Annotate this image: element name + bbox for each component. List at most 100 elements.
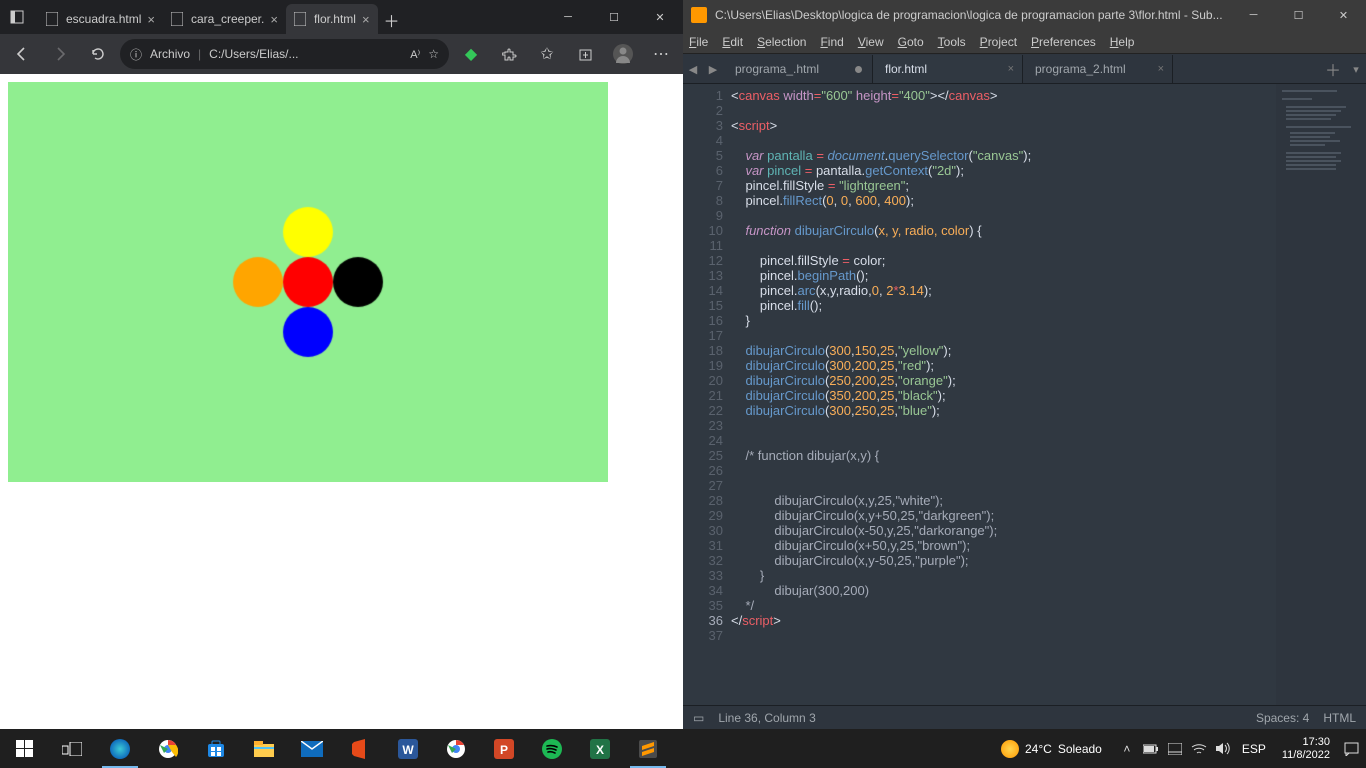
more-icon[interactable]: ⋯ [645,38,677,70]
input-lang[interactable]: ESP [1238,742,1270,756]
taskbar-right: 24°C Soleado ˄ ESP 17:30 11/8/2022 [991,729,1366,768]
browser-tabstrip: escuadra.html × cara_creeper. × flor.htm… [34,0,545,34]
forward-button[interactable] [44,38,76,70]
close-icon[interactable]: × [270,12,278,27]
browser-tab-3[interactable]: flor.html × [286,4,378,34]
selection-toggle-icon[interactable]: ▭ [693,711,704,725]
browser-tab-1[interactable]: escuadra.html × [38,4,163,34]
close-button[interactable]: ✕ [637,0,683,34]
window-controls: ─ ☐ ✕ [545,0,683,34]
refresh-button[interactable] [82,38,114,70]
window-controls: ─ ☐ ✕ [1231,0,1366,30]
clock-date: 11/8/2022 [1282,749,1330,762]
maximize-button[interactable]: ☐ [1276,0,1321,30]
taskbar-app-chrome[interactable] [144,729,192,768]
browser-tab-2[interactable]: cara_creeper. × [163,4,286,34]
tray-overflow-icon[interactable]: ˄ [1118,740,1136,758]
taskbar-clock[interactable]: 17:30 11/8/2022 [1276,736,1336,761]
task-view-button[interactable] [48,729,96,768]
sublime-window: C:\Users\Elias\Desktop\logica de program… [683,0,1366,729]
status-syntax[interactable]: HTML [1323,711,1356,725]
taskbar-app-word[interactable]: W [384,729,432,768]
url-scheme: Archivo [150,47,190,61]
minimize-button[interactable]: ─ [545,0,591,34]
file-icon [171,12,185,26]
tab-title: programa_.html [735,62,819,76]
taskbar-app-sublime[interactable] [624,729,672,768]
menu-help[interactable]: Help [1110,35,1135,49]
maximize-button[interactable]: ☐ [591,0,637,34]
sublime-titlebar: C:\Users\Elias\Desktop\logica de program… [683,0,1366,30]
tab-prev-icon[interactable]: ◀ [683,55,703,83]
taskbar-app-mail[interactable] [288,729,336,768]
sun-icon [1001,740,1019,758]
back-button[interactable] [6,38,38,70]
svg-text:P: P [500,743,508,757]
tab-menu-icon[interactable]: ▾ [1346,55,1366,83]
wifi-icon[interactable] [1190,740,1208,758]
taskbar-app-edge[interactable] [96,729,144,768]
address-bar[interactable]: ⓘ Archivo | C:/Users/Elias/... A⁾ ☆ [120,39,449,69]
taskbar-app-explorer[interactable] [240,729,288,768]
weather-widget[interactable]: 24°C Soleado [991,740,1112,758]
minimize-button[interactable]: ─ [1231,0,1276,30]
taskbar-app-chrome-2[interactable] [432,729,480,768]
collections-icon[interactable] [569,38,601,70]
windows-taskbar: W P X 24°C Soleado ˄ ESP 17:30 11/8/2022 [0,729,1366,768]
browser-toolbar: ⓘ Archivo | C:/Users/Elias/... A⁾ ☆ ◆ ✩ … [0,34,683,74]
taskbar-app-office[interactable] [336,729,384,768]
tracking-shield-icon[interactable]: ◆ [455,38,487,70]
close-icon[interactable]: × [1008,63,1014,75]
code-editor[interactable]: <canvas width="600" height="400"></canva… [731,84,1276,705]
tab-title: programa_2.html [1035,62,1126,76]
menu-goto[interactable]: Goto [898,35,924,49]
browser-chrome: escuadra.html × cara_creeper. × flor.htm… [0,0,683,74]
menu-tools[interactable]: Tools [938,35,966,49]
new-tab-button[interactable]: ＋ [378,6,406,34]
tab-next-icon[interactable]: ▶ [703,55,723,83]
menu-file[interactable]: File [689,35,708,49]
volume-icon[interactable] [1214,740,1232,758]
tab-title: flor.html [885,62,927,76]
taskbar-app-spotify[interactable] [528,729,576,768]
profile-avatar[interactable] [607,38,639,70]
menu-preferences[interactable]: Preferences [1031,35,1096,49]
notifications-icon[interactable] [1342,740,1360,758]
tab-actions-icon[interactable] [0,0,34,34]
read-aloud-icon[interactable]: A⁾ [410,48,420,61]
touchpad-icon[interactable] [1166,740,1184,758]
close-icon[interactable]: × [1158,63,1164,75]
menu-project[interactable]: Project [980,35,1017,49]
menu-view[interactable]: View [858,35,884,49]
minimap[interactable] [1276,84,1366,705]
start-button[interactable] [0,729,48,768]
line-gutter[interactable]: 1234567891011121314151617181920212223242… [683,84,731,705]
battery-icon[interactable] [1142,740,1160,758]
favorite-icon[interactable]: ☆ [428,47,439,61]
favorites-icon[interactable]: ✩ [531,38,563,70]
menu-edit[interactable]: Edit [722,35,743,49]
window-title: C:\Users\Elias\Desktop\logica de program… [715,8,1231,22]
extensions-icon[interactable] [493,38,525,70]
editor-tab-2[interactable]: flor.html × [873,55,1023,83]
close-icon[interactable]: × [147,12,155,27]
tab-title: escuadra.html [66,12,141,26]
menu-selection[interactable]: Selection [757,35,806,49]
taskbar-app-excel[interactable]: X [576,729,624,768]
taskbar-left: W P X [0,729,672,768]
weather-desc: Soleado [1058,742,1102,756]
close-icon[interactable]: × [362,12,370,27]
taskbar-app-store[interactable] [192,729,240,768]
tab-title: flor.html [314,12,356,26]
menu-find[interactable]: Find [820,35,843,49]
editor-body: 1234567891011121314151617181920212223242… [683,84,1366,705]
status-indent[interactable]: Spaces: 4 [1256,711,1309,725]
status-position[interactable]: Line 36, Column 3 [718,711,815,725]
close-button[interactable]: ✕ [1321,0,1366,30]
dirty-indicator-icon [855,66,862,73]
clock-time: 17:30 [1282,736,1330,749]
editor-tab-3[interactable]: programa_2.html × [1023,55,1173,83]
editor-tab-1[interactable]: programa_.html [723,55,873,83]
taskbar-app-powerpoint[interactable]: P [480,729,528,768]
new-file-button[interactable]: ＋ [1320,55,1346,83]
